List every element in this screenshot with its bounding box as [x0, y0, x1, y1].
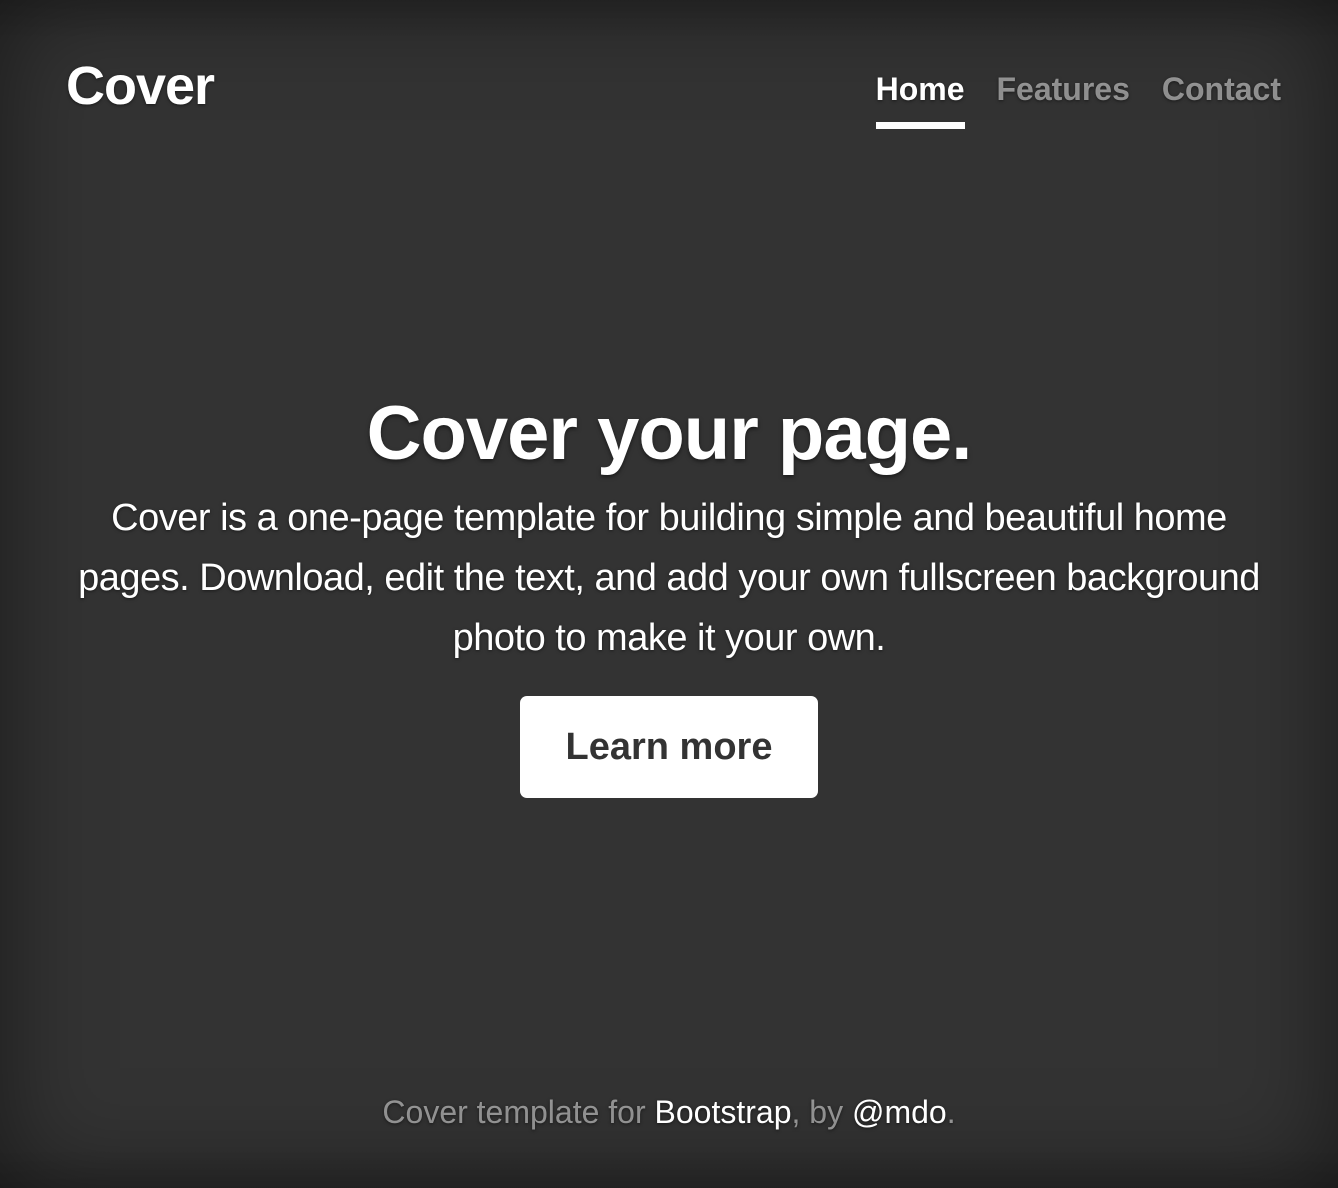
lead-text: Cover is a one-page template for buildin…	[78, 497, 1260, 659]
cover-content: Cover your page. Cover is a one-page tem…	[60, 388, 1278, 798]
masthead: Cover Home Features Contact	[66, 52, 1281, 132]
footer-middle: , by	[791, 1094, 852, 1130]
bottom-shade	[0, 1148, 1338, 1188]
mdo-link[interactable]: @mdo	[852, 1094, 947, 1130]
main-nav: Home Features Contact	[875, 70, 1281, 129]
footer-prefix: Cover template for	[382, 1094, 655, 1130]
learn-more-button[interactable]: Learn more	[520, 696, 818, 798]
nav-link-contact[interactable]: Contact	[1162, 70, 1281, 129]
cover-heading: Cover your page.	[366, 391, 973, 476]
footer: Cover template for Bootstrap, by @mdo.	[0, 1092, 1338, 1132]
nav-link-features[interactable]: Features	[997, 70, 1130, 129]
footer-suffix: .	[946, 1094, 956, 1130]
top-shade	[0, 0, 1338, 40]
nav-link-home[interactable]: Home	[875, 70, 965, 129]
brand-title: Cover	[66, 56, 215, 116]
bootstrap-link[interactable]: Bootstrap	[655, 1094, 792, 1130]
button-wrapper: Learn more	[60, 696, 1278, 798]
